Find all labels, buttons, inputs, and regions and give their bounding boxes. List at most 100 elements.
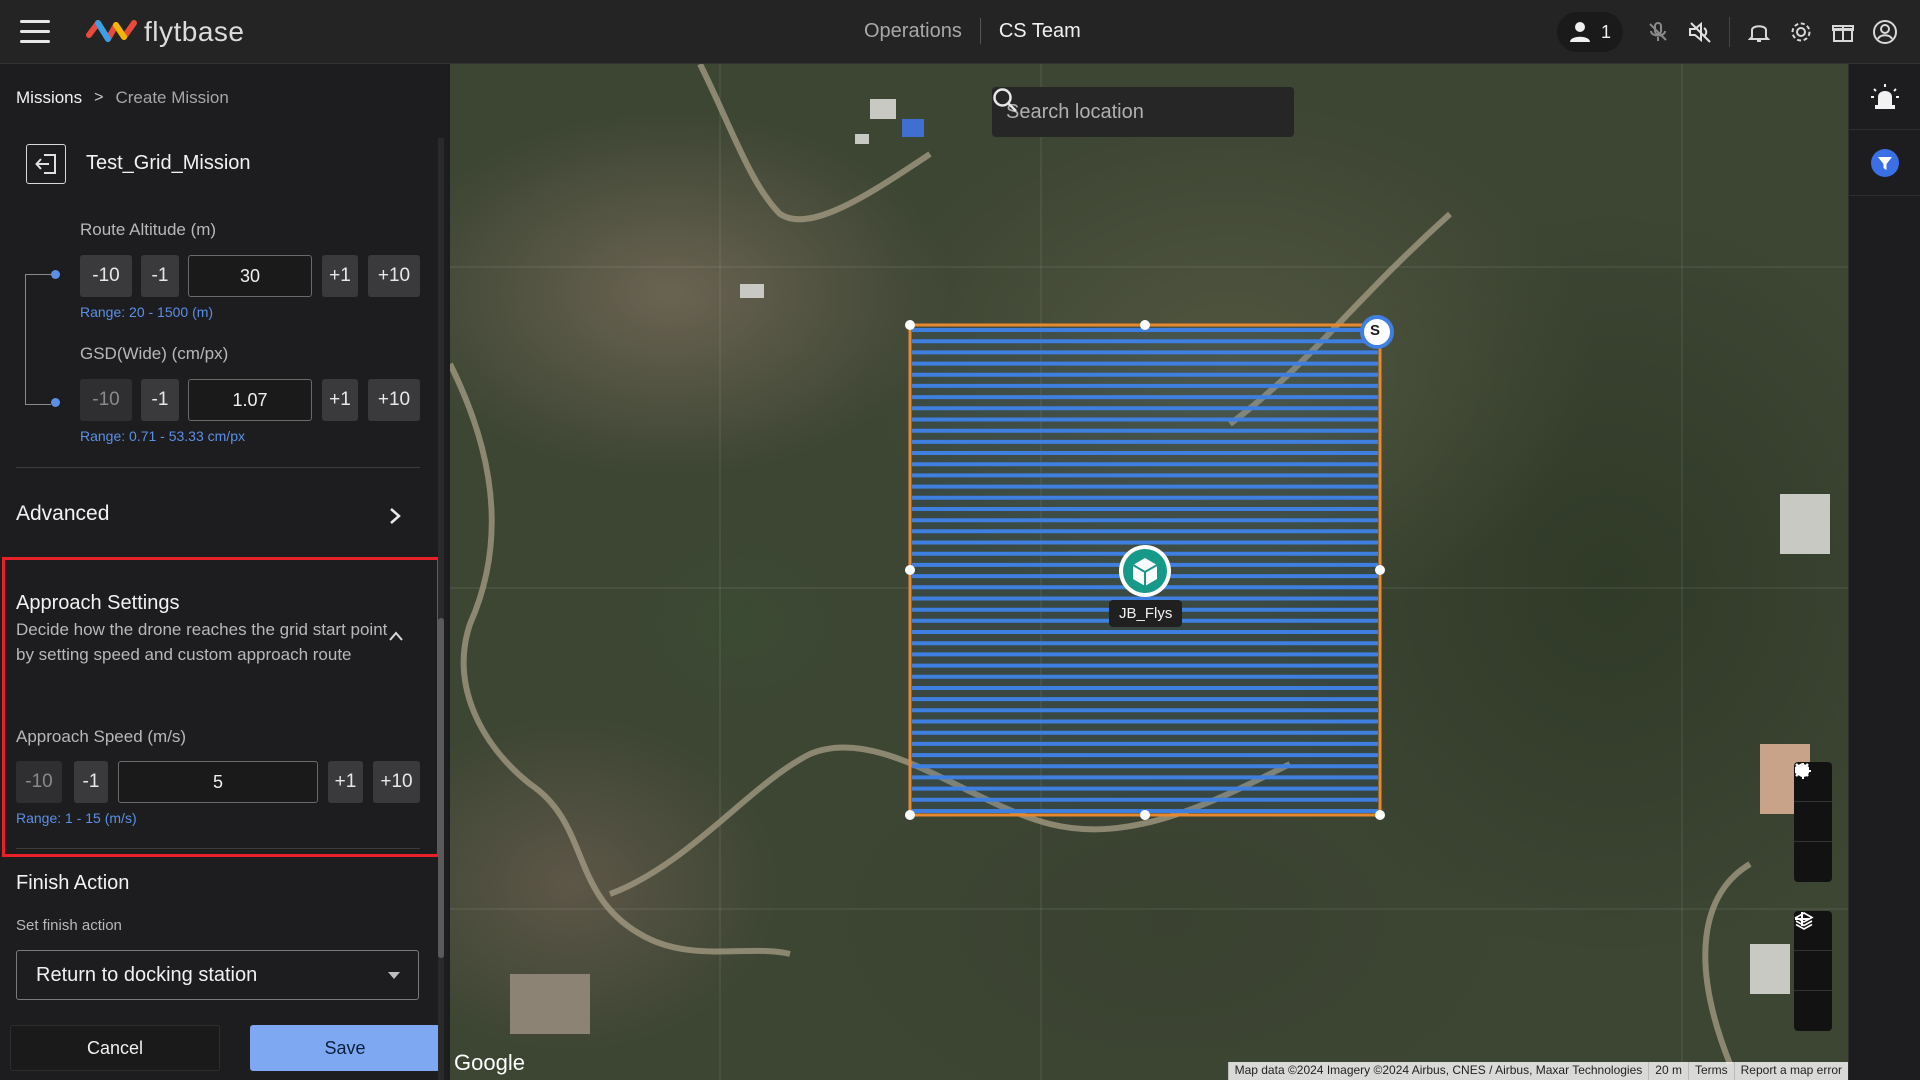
mic-off-button[interactable] xyxy=(1637,11,1679,53)
start-marker-label: S xyxy=(1370,322,1381,339)
topbar-separator xyxy=(1729,17,1730,47)
layers-button[interactable] xyxy=(1794,912,1832,1031)
dropdown-caret-icon xyxy=(388,972,400,979)
filter-icon xyxy=(1871,148,1899,177)
tree-connector xyxy=(25,274,26,404)
map-view-controls xyxy=(1794,762,1832,882)
section-divider xyxy=(16,467,420,468)
advanced-toggle[interactable]: Advanced xyxy=(0,484,420,544)
approach-title: Approach Settings xyxy=(16,592,180,614)
locate-button[interactable] xyxy=(1794,763,1832,882)
drone-label: JB_Flys xyxy=(1109,600,1183,627)
map-canvas[interactable] xyxy=(450,64,1848,1080)
gift-button[interactable] xyxy=(1822,11,1864,53)
report-error-link[interactable]: Report a map error xyxy=(1733,1062,1848,1080)
gift-icon xyxy=(1832,25,1854,42)
users-count: 1 xyxy=(1600,21,1611,42)
google-logo: Google xyxy=(454,1050,525,1075)
attribution-imagery: Map data ©2024 Imagery ©2024 Airbus, CNE… xyxy=(1227,1062,1649,1080)
mission-panel: Missions > Create Mission Test_Grid_Miss… xyxy=(0,64,448,1080)
gsd-label: GSD(Wide) (cm/px) xyxy=(80,344,229,363)
altitude-range: Range: 20 - 1500 (m) xyxy=(80,304,214,320)
nav-center: Operations CS Team xyxy=(864,18,1081,44)
search-icon xyxy=(993,88,1017,112)
map-view[interactable]: S JB_Flys Google Map data ©2024 Imagery … xyxy=(450,64,1848,1080)
fit-view-button[interactable] xyxy=(1794,763,1832,842)
gsd-dot xyxy=(51,398,60,407)
altitude-minus10-button[interactable]: -10 xyxy=(80,255,132,297)
gsd-range: Range: 0.71 - 53.33 cm/px xyxy=(80,428,245,444)
speed-plus10-button[interactable]: +10 xyxy=(373,761,420,803)
finish-action-value: Return to docking station xyxy=(36,963,258,986)
speed-minus10-button[interactable]: -10 xyxy=(16,761,62,803)
altitude-input[interactable]: 30 xyxy=(188,255,312,297)
section-divider-2 xyxy=(16,848,420,849)
mission-name: Test_Grid_Mission xyxy=(86,152,251,174)
altitude-plus10-button[interactable]: +10 xyxy=(368,255,420,297)
back-arrow-icon xyxy=(35,154,56,174)
zoom-out-button[interactable] xyxy=(1794,918,1832,991)
breadcrumb-missions[interactable]: Missions xyxy=(16,88,82,108)
finish-action-sublabel: Set finish action xyxy=(16,917,122,934)
tree-branch-bottom xyxy=(25,404,51,405)
altitude-minus1-button[interactable]: -1 xyxy=(141,255,179,297)
bell-icon xyxy=(1748,25,1770,42)
breadcrumb-current: Create Mission xyxy=(115,88,229,107)
mic-off-icon xyxy=(1649,22,1667,41)
gsd-input[interactable]: 1.07 xyxy=(188,379,312,421)
cancel-button[interactable]: Cancel xyxy=(10,1025,220,1071)
profile-button[interactable] xyxy=(1864,11,1906,53)
finish-action-title: Finish Action xyxy=(16,872,130,894)
settings-button[interactable] xyxy=(1780,11,1822,53)
top-right-controls: 1 xyxy=(1556,0,1920,64)
map-attribution: Map data ©2024 Imagery ©2024 Airbus, CNE… xyxy=(1227,1062,1848,1080)
logo-mark-icon xyxy=(86,20,137,42)
scrollbar-thumb[interactable] xyxy=(438,618,444,958)
advanced-title: Advanced xyxy=(16,502,110,525)
speaker-off-icon xyxy=(1689,21,1711,43)
nav-divider xyxy=(979,18,981,44)
flytbase-logo[interactable]: flytbase xyxy=(86,16,245,48)
breadcrumb: Missions > Create Mission xyxy=(16,88,229,108)
speaker-off-button[interactable] xyxy=(1679,11,1721,53)
finish-action-select[interactable]: Return to docking station xyxy=(16,950,419,1000)
altitude-plus1-button[interactable]: +1 xyxy=(322,255,358,297)
locate-icon xyxy=(1795,763,1811,779)
drone-marker-icon[interactable] xyxy=(1119,545,1171,597)
approach-speed-input[interactable]: 5 xyxy=(118,761,318,803)
speed-minus1-button[interactable]: -1 xyxy=(74,761,108,803)
approach-speed-range: Range: 1 - 15 (m/s) xyxy=(16,810,137,826)
terms-link[interactable]: Terms xyxy=(1687,1062,1734,1080)
scale-bar: 20 m xyxy=(1648,1062,1688,1080)
users-pill[interactable]: 1 xyxy=(1556,12,1623,52)
gsd-minus1-button[interactable]: -1 xyxy=(141,379,179,421)
nav-team-link[interactable]: CS Team xyxy=(999,20,1081,43)
nav-operations-link[interactable]: Operations xyxy=(864,20,962,43)
gsd-minus10-button[interactable]: -10 xyxy=(80,379,132,421)
tree-branch-top xyxy=(25,274,51,275)
gsd-plus10-button[interactable]: +10 xyxy=(368,379,420,421)
chevron-right-icon xyxy=(390,508,401,524)
panel-scrollbar[interactable] xyxy=(438,138,444,1080)
search-location-box[interactable] xyxy=(992,87,1294,137)
alarm-icon xyxy=(1871,83,1899,109)
top-bar: flytbase Operations CS Team 1 xyxy=(0,0,1920,64)
gear-icon xyxy=(1791,22,1811,42)
search-location-input[interactable] xyxy=(1006,100,1246,124)
altitude-dot xyxy=(51,270,60,279)
profile-icon xyxy=(1873,20,1897,44)
alarm-button[interactable] xyxy=(1849,64,1920,130)
right-rail xyxy=(1848,64,1920,1080)
logo-text: flytbase xyxy=(144,16,245,47)
save-button[interactable]: Save xyxy=(250,1025,440,1071)
hamburger-menu-icon[interactable] xyxy=(20,20,50,44)
chevron-up-icon[interactable] xyxy=(387,630,405,642)
notifications-button[interactable] xyxy=(1738,11,1780,53)
map-zoom-controls xyxy=(1794,911,1832,1031)
filter-button[interactable] xyxy=(1849,130,1920,196)
back-button[interactable] xyxy=(26,144,66,184)
approach-description: Decide how the drone reaches the grid st… xyxy=(16,620,388,664)
speed-plus1-button[interactable]: +1 xyxy=(328,761,363,803)
gsd-plus1-button[interactable]: +1 xyxy=(322,379,358,421)
layers-icon xyxy=(1794,912,1814,930)
